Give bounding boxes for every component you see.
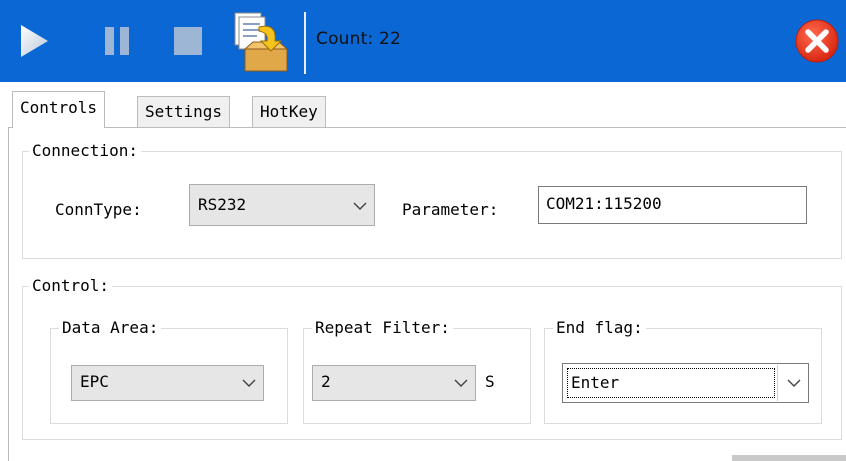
export-button[interactable]: [228, 0, 294, 82]
tab-controls-label: Controls: [20, 98, 98, 117]
tab-controls[interactable]: Controls: [12, 91, 106, 128]
end-flag-select[interactable]: Enter: [562, 363, 809, 403]
pause-icon: [105, 27, 129, 55]
play-button[interactable]: [14, 0, 54, 82]
chevron-down-icon: [787, 379, 801, 387]
tab-settings-label: Settings: [145, 102, 223, 121]
data-area-legend: Data Area:: [59, 318, 162, 338]
repeat-filter-unit: S: [485, 372, 495, 391]
stop-icon: [174, 27, 202, 55]
toolbar-separator: [304, 12, 306, 74]
repeat-filter-value: 2: [321, 372, 331, 391]
stop-button[interactable]: [170, 0, 206, 82]
close-icon: [795, 19, 839, 63]
repeat-filter-select[interactable]: 2: [312, 365, 476, 401]
tab-settings[interactable]: Settings: [137, 96, 231, 127]
data-area-value: EPC: [80, 372, 109, 391]
dropdown-divider: [777, 365, 778, 401]
close-button[interactable]: [794, 18, 840, 64]
chevron-down-icon: [242, 379, 256, 387]
play-icon: [21, 25, 48, 57]
tab-strip: Controls Settings HotKey: [0, 88, 846, 128]
count-value: 22: [379, 29, 402, 49]
connection-legend: Connection:: [29, 141, 141, 161]
conn-type-value: RS232: [198, 195, 247, 214]
parameter-input[interactable]: COM21:115200: [538, 186, 807, 224]
tab-hotkey-label: HotKey: [260, 102, 318, 121]
scroll-edge: [732, 455, 846, 461]
tab-hotkey[interactable]: HotKey: [252, 96, 326, 127]
chevron-down-icon: [353, 202, 367, 210]
repeat-filter-legend: Repeat Filter:: [312, 318, 453, 338]
data-area-select[interactable]: EPC: [71, 365, 264, 401]
chevron-down-icon: [454, 379, 468, 387]
conn-type-label: ConnType:: [55, 200, 142, 219]
parameter-label: Parameter:: [402, 200, 499, 219]
pause-button[interactable]: [100, 0, 134, 82]
conn-type-select[interactable]: RS232: [189, 184, 375, 226]
export-icon: [234, 12, 289, 72]
control-legend: Control:: [29, 276, 113, 296]
toolbar: Count: 22: [0, 0, 846, 82]
count-display: Count: 22: [316, 29, 401, 49]
parameter-value: COM21:115200: [546, 194, 662, 213]
end-flag-legend: End flag:: [553, 318, 646, 338]
end-flag-value: Enter: [571, 373, 620, 392]
count-label: Count:: [316, 29, 374, 49]
